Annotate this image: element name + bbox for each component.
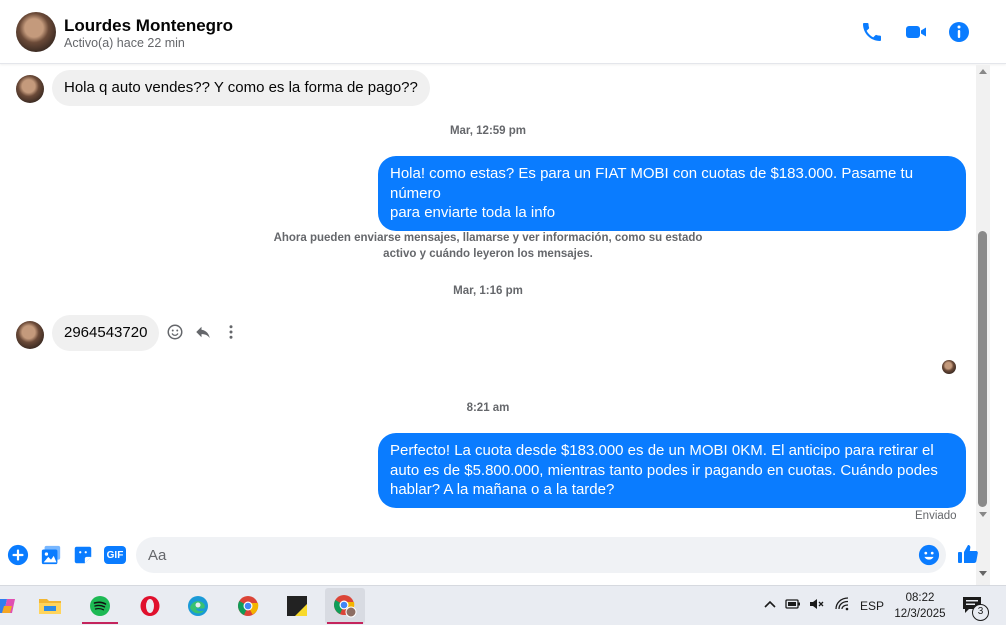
- file-explorer-icon[interactable]: [30, 588, 70, 624]
- chrome-icon[interactable]: [228, 588, 268, 624]
- gif-icon[interactable]: GIF: [104, 546, 126, 564]
- battery-icon[interactable]: [785, 596, 801, 612]
- seen-avatar: [942, 360, 956, 374]
- info-icon[interactable]: [947, 20, 971, 44]
- system-clock[interactable]: 08:22 12/3/2025: [888, 590, 952, 622]
- phone-icon[interactable]: [860, 20, 884, 44]
- reply-icon[interactable]: [194, 323, 212, 341]
- copilot-icon[interactable]: [0, 588, 26, 624]
- sticky-notes-icon[interactable]: [277, 588, 317, 624]
- system-message: Ahora pueden enviarse mensajes, llamarse…: [268, 230, 708, 262]
- message-line: Hola! como estas? Es para un FIAT MOBI c…: [390, 165, 914, 202]
- contact-avatar-small[interactable]: [16, 321, 44, 349]
- message-composer: GIF: [0, 528, 978, 585]
- contact-avatar[interactable]: [16, 12, 56, 52]
- system-message-line: activo y cuándo leyeron los mensajes.: [383, 248, 593, 260]
- message-line: para enviarte toda la info: [390, 204, 556, 221]
- message-line: auto es de $5.800.000, mientras tanto po…: [390, 461, 938, 479]
- language-indicator[interactable]: ESP: [860, 599, 884, 613]
- message-timestamp: Mar, 12:59 pm: [449, 125, 527, 137]
- emoji-icon[interactable]: [918, 544, 940, 566]
- windows-taskbar: ESP 08:22 12/3/2025 3: [0, 585, 1006, 625]
- clock-date: 12/3/2025: [894, 608, 946, 620]
- edge-icon[interactable]: [178, 588, 218, 624]
- message-outgoing[interactable]: Perfecto! La cuota desde $183.000 es de …: [378, 433, 966, 508]
- message-input[interactable]: [136, 537, 946, 573]
- contact-name[interactable]: Lourdes Montenegro: [64, 16, 233, 36]
- scroll-down-arrow-icon[interactable]: [979, 512, 987, 517]
- message-line: Perfecto! La cuota desde $183.000 es de …: [390, 442, 934, 459]
- thumbs-up-icon[interactable]: [956, 542, 980, 566]
- spotify-icon[interactable]: [80, 588, 120, 624]
- opera-icon[interactable]: [130, 588, 170, 624]
- page-scroll-down-arrow-icon[interactable]: [979, 571, 987, 576]
- contact-avatar-small[interactable]: [16, 75, 44, 103]
- react-emoji-icon[interactable]: [166, 323, 184, 341]
- message-incoming[interactable]: Hola q auto vendes?? Y como es la forma …: [52, 70, 430, 106]
- speaker-muted-icon[interactable]: [808, 596, 824, 612]
- scroll-thumb[interactable]: [978, 231, 987, 507]
- messenger-window: Lourdes Montenegro Activo(a) hace 22 min…: [0, 0, 1006, 625]
- plus-icon[interactable]: [7, 544, 29, 566]
- chat-header: Lourdes Montenegro Activo(a) hace 22 min: [0, 0, 1006, 64]
- more-options-icon[interactable]: [222, 323, 240, 341]
- message-outgoing[interactable]: Hola! como estas? Es para un FIAT MOBI c…: [378, 156, 966, 231]
- message-incoming[interactable]: 2964543720: [52, 315, 160, 351]
- video-camera-icon[interactable]: [904, 20, 928, 44]
- chevron-up-icon[interactable]: [762, 596, 778, 612]
- photo-icon[interactable]: [40, 544, 62, 566]
- message-actions: [166, 321, 240, 343]
- message-timestamp: 8:21 am: [466, 402, 510, 414]
- scroll-up-arrow-icon[interactable]: [979, 69, 987, 74]
- contact-status: Activo(a) hace 22 min: [64, 36, 185, 50]
- chrome-profile-icon[interactable]: [325, 588, 365, 624]
- sent-status: Enviado: [915, 510, 957, 522]
- message-list[interactable]: Hola q auto vendes?? Y como es la forma …: [0, 65, 976, 528]
- wifi-icon[interactable]: [834, 596, 850, 612]
- notification-count-badge: 3: [972, 604, 989, 621]
- system-message-line: Ahora pueden enviarse mensajes, llamarse…: [273, 232, 703, 244]
- message-line: hablar? A la mañana o a la tarde?: [390, 481, 615, 498]
- message-timestamp: Mar, 1:16 pm: [453, 285, 523, 297]
- sticker-icon[interactable]: [72, 544, 94, 566]
- scrollbar[interactable]: [976, 65, 990, 585]
- clock-time: 08:22: [905, 592, 935, 604]
